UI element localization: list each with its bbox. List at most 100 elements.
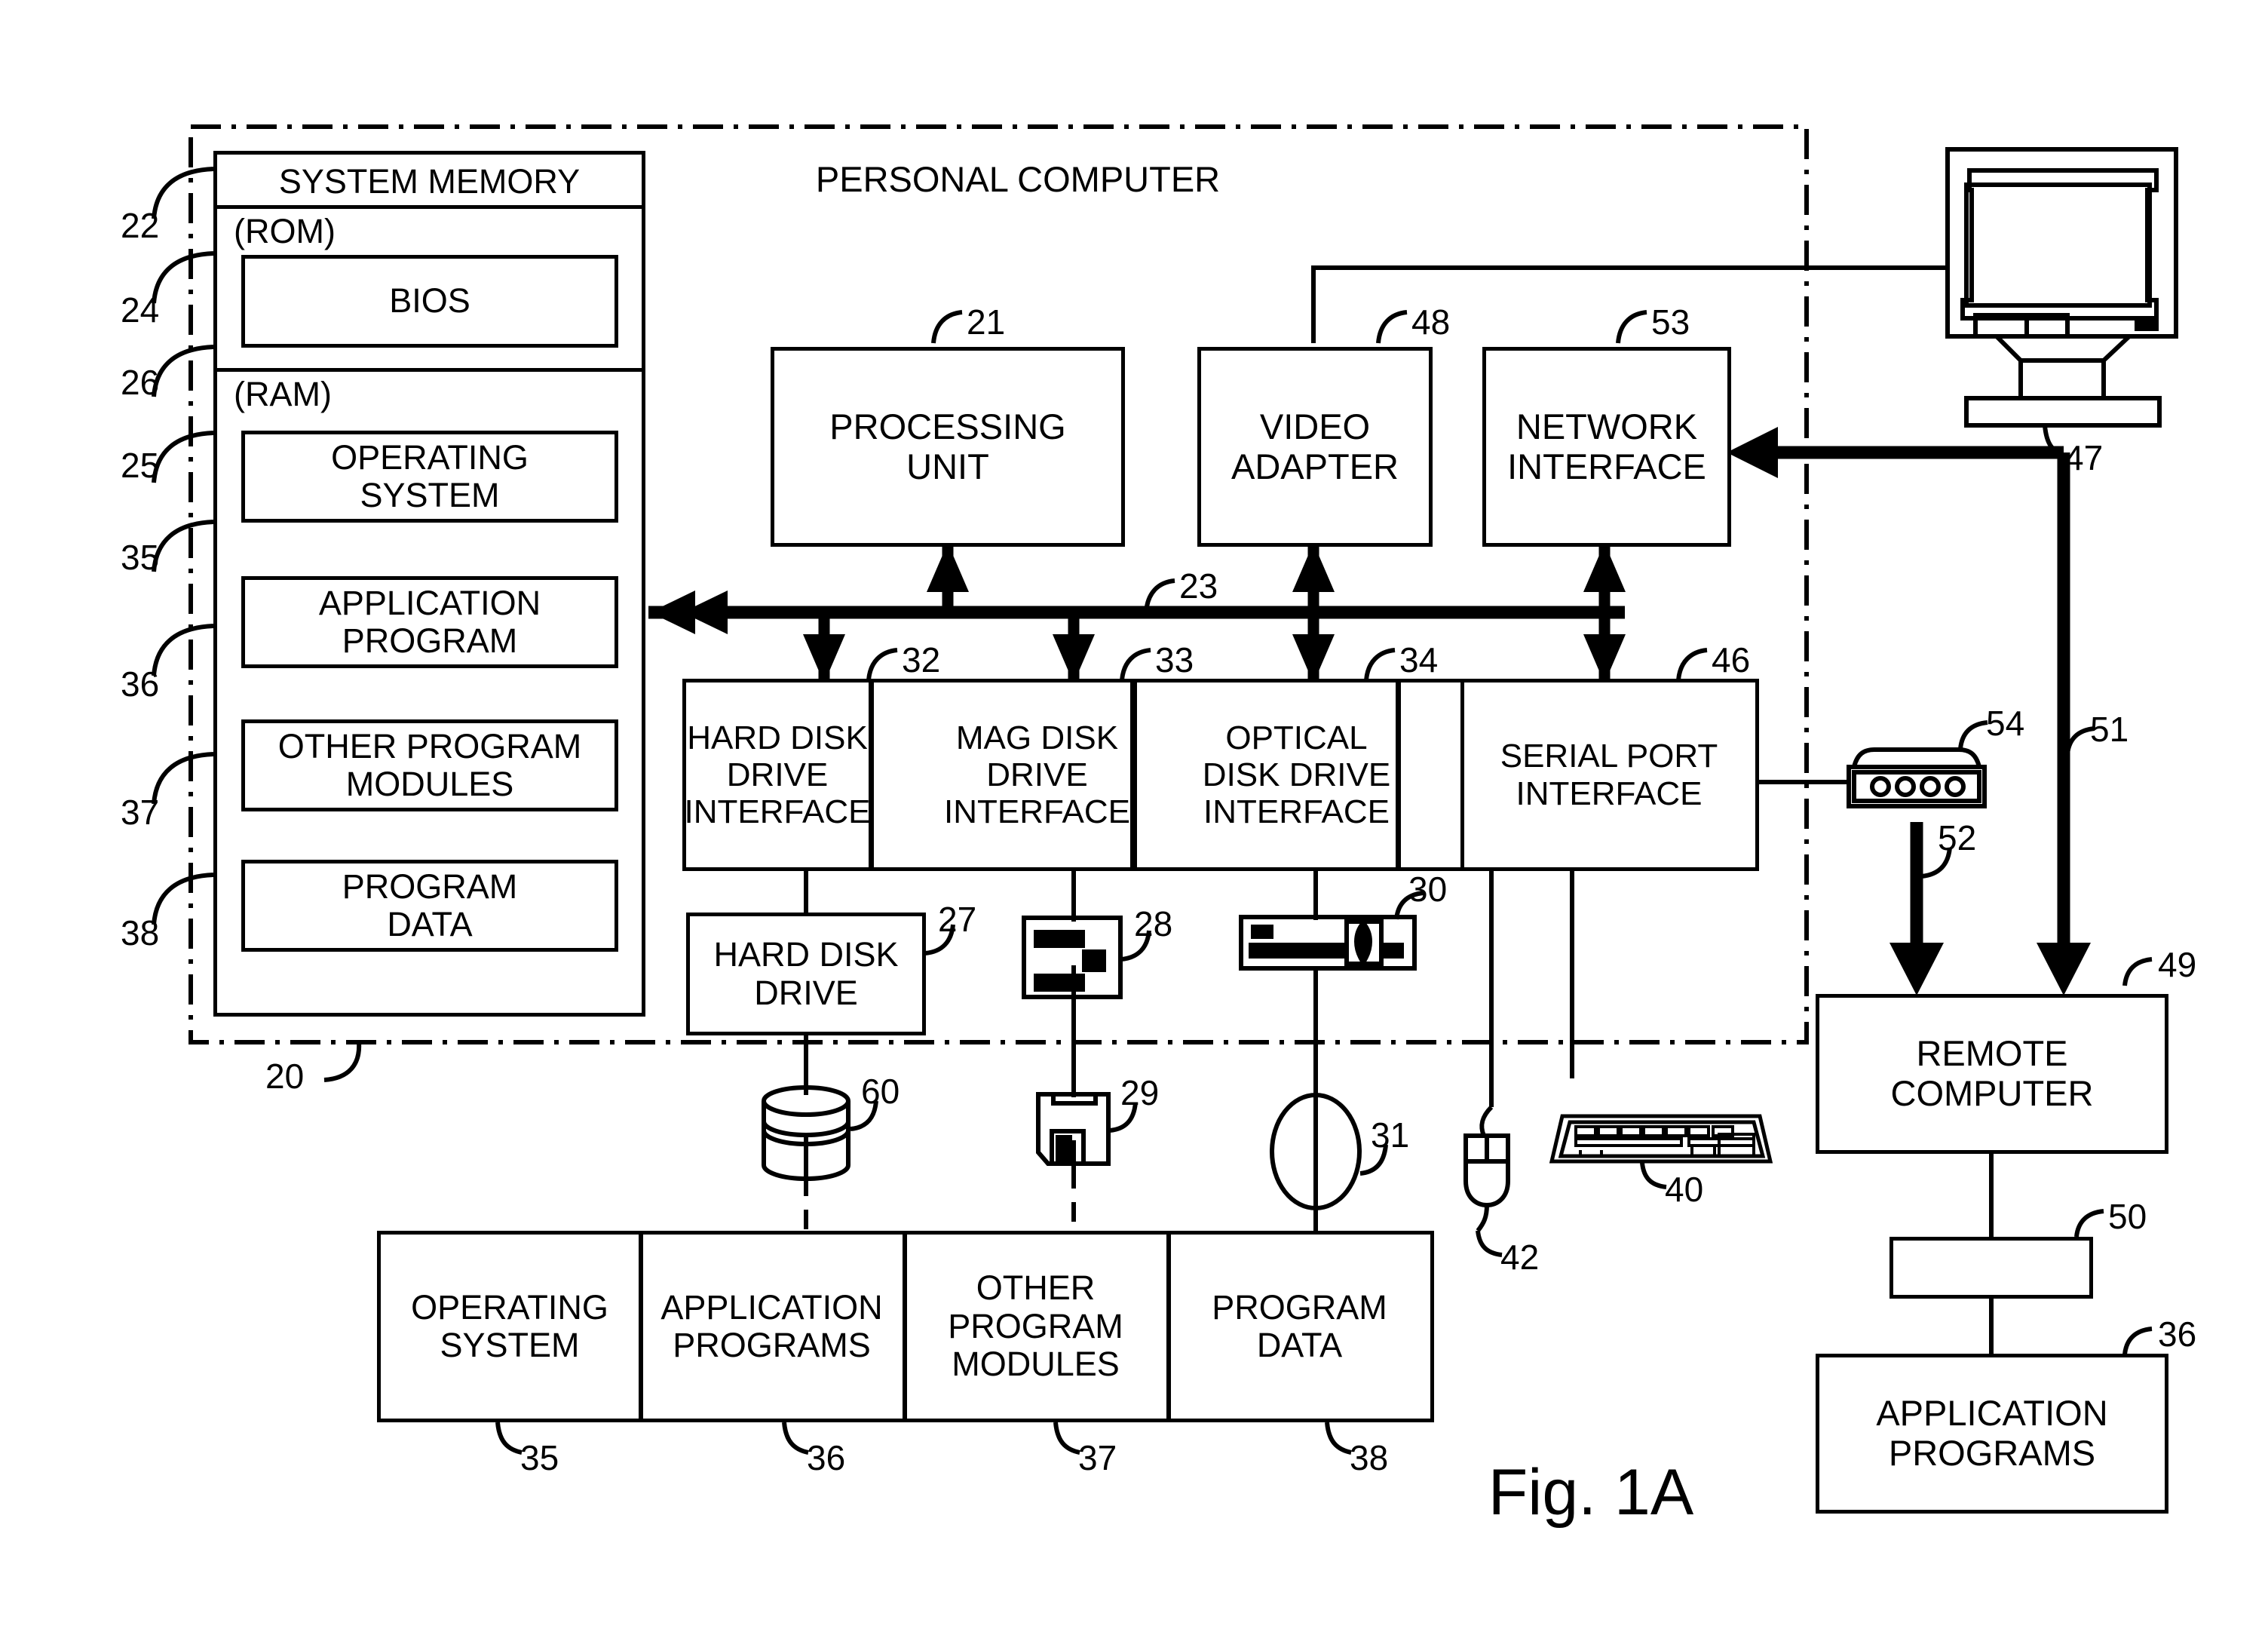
- serial-port-interface-box: SERIAL PORT INTERFACE: [1463, 679, 1759, 871]
- ref-47: 47: [2064, 438, 2104, 477]
- hard-disk-drive-box: HARD DISK DRIVE: [686, 913, 926, 1035]
- bios-box: BIOS: [241, 255, 618, 348]
- ref-49: 49: [2158, 945, 2197, 984]
- ref-30: 30: [1408, 870, 1448, 909]
- patent-figure-1a: PERSONAL COMPUTER SYSTEM MEMORY (ROM) BI…: [0, 0, 2268, 1638]
- network-interface-label: NETWORK INTERFACE: [1507, 406, 1706, 486]
- ref-33: 33: [1155, 640, 1194, 679]
- bios-label: BIOS: [389, 281, 470, 321]
- ref-31: 31: [1371, 1115, 1410, 1155]
- ref-60: 60: [861, 1072, 900, 1111]
- interface-divider: [870, 679, 874, 871]
- ref-37: 37: [121, 793, 160, 832]
- interface-divider: [1397, 679, 1401, 871]
- modem-icon: [1847, 747, 1987, 808]
- remote-memory-box: [1889, 1237, 2093, 1299]
- ref-48: 48: [1411, 302, 1451, 342]
- ref-53: 53: [1651, 302, 1690, 342]
- interface-label: OPTICAL DISK DRIVE INTERFACE: [1202, 719, 1391, 831]
- processing-unit-box: PROCESSING UNIT: [771, 347, 1125, 547]
- ref-23: 23: [1179, 566, 1218, 606]
- storage-divider: [639, 1231, 643, 1422]
- ref-38-bottom: 38: [1350, 1438, 1389, 1477]
- rom-label: (ROM): [234, 212, 336, 250]
- ref-52: 52: [1938, 818, 1977, 857]
- ref-35: 35: [121, 538, 160, 577]
- storage-divider: [1167, 1231, 1171, 1422]
- storage-content-program-data: PROGRAM DATA: [1169, 1231, 1434, 1422]
- storage-content-label: OTHER PROGRAM MODULES: [948, 1268, 1123, 1384]
- rom-ram-divider: [213, 368, 645, 372]
- hard-disk-drive-interface-box: HARD DISK DRIVE INTERFACE: [682, 679, 872, 871]
- interface-divider: [1460, 679, 1464, 871]
- interface-label: MAG DISK DRIVE INTERFACE: [944, 719, 1130, 831]
- monitor-cable: [1311, 265, 1948, 343]
- video-adapter-label: VIDEO ADAPTER: [1231, 406, 1399, 486]
- ref-21: 21: [967, 302, 1006, 342]
- optical-disk-interface-box: OPTICAL DISK DRIVE INTERFACE: [1197, 679, 1399, 871]
- storage-content-label: PROGRAM DATA: [1212, 1287, 1387, 1364]
- ref-50: 50: [2108, 1197, 2147, 1236]
- network-interface-box: NETWORK INTERFACE: [1482, 347, 1731, 547]
- storage-content-operating-system: OPERATING SYSTEM: [377, 1231, 642, 1422]
- ref-24: 24: [121, 290, 160, 330]
- storage-content-application-programs: APPLICATION PROGRAMS: [641, 1231, 906, 1422]
- optical-disk-drive-icon: [1239, 915, 1417, 971]
- bus-stub-fdd: [1053, 612, 1095, 683]
- mag-disk-drive-interface-box: MAG DISK DRIVE INTERFACE: [944, 679, 1134, 871]
- ref-26: 26: [121, 363, 160, 402]
- ref-29: 29: [1120, 1073, 1160, 1112]
- system-memory-title: SYSTEM MEMORY: [278, 162, 581, 201]
- wan-link: [1889, 822, 1944, 995]
- keyboard-icon: [1549, 1114, 1773, 1164]
- memory-item-label: APPLICATION PROGRAM: [318, 583, 541, 660]
- storage-content-label: APPLICATION PROGRAMS: [660, 1287, 883, 1364]
- video-adapter-box: VIDEO ADAPTER: [1197, 347, 1433, 547]
- ref-22: 22: [121, 206, 160, 245]
- remote-computer-label: REMOTE COMPUTER: [1890, 1033, 2094, 1113]
- memory-item-application-program: APPLICATION PROGRAM: [241, 576, 618, 668]
- ref-37-bottom: 37: [1078, 1438, 1117, 1477]
- memory-item-operating-system: OPERATING SYSTEM: [241, 431, 618, 523]
- ref-51: 51: [2090, 710, 2129, 749]
- lan-link: [1727, 427, 2091, 995]
- system-memory-title-divider: [213, 205, 645, 209]
- interface-label: SERIAL PORT INTERFACE: [1500, 738, 1718, 812]
- memory-item-label: OTHER PROGRAM MODULES: [277, 726, 582, 803]
- personal-computer-title: PERSONAL COMPUTER: [815, 159, 1221, 199]
- ref-46: 46: [1712, 640, 1751, 679]
- memory-item-label: PROGRAM DATA: [342, 867, 518, 943]
- ref-42: 42: [1500, 1238, 1540, 1277]
- storage-content-other-program-modules: OTHER PROGRAM MODULES: [905, 1231, 1170, 1422]
- memory-item-program-data: PROGRAM DATA: [241, 860, 618, 952]
- hard-disk-drive-label: HARD DISK DRIVE: [713, 935, 899, 1012]
- ref-25: 25: [121, 446, 160, 485]
- interface-row-bottom: [870, 867, 1461, 871]
- memory-item-other-program-modules: OTHER PROGRAM MODULES: [241, 719, 618, 811]
- ref-36: 36: [121, 664, 160, 704]
- ram-label: (RAM): [234, 375, 332, 413]
- interface-label: HARD DISK DRIVE INTERFACE: [684, 719, 871, 831]
- ref-35-bottom: 35: [520, 1438, 559, 1477]
- ref-36-bottom: 36: [807, 1438, 846, 1477]
- bus-stub-cpu: [927, 543, 969, 612]
- ref-40: 40: [1665, 1170, 1704, 1209]
- ref-34: 34: [1399, 640, 1439, 679]
- remote-application-programs-box: APPLICATION PROGRAMS: [1816, 1354, 2168, 1514]
- monitor-icon: [1945, 147, 2178, 428]
- memory-item-label: OPERATING SYSTEM: [331, 437, 529, 514]
- storage-divider: [903, 1231, 907, 1422]
- ref-36-remote: 36: [2158, 1314, 2197, 1354]
- ref-38: 38: [121, 913, 160, 952]
- figure-caption: Fig. 1A: [1488, 1456, 1694, 1529]
- ref-20: 20: [265, 1057, 305, 1096]
- ref-54: 54: [1986, 704, 2025, 743]
- remote-application-programs-label: APPLICATION PROGRAMS: [1876, 1393, 2108, 1473]
- interface-divider: [1133, 679, 1137, 871]
- mag-disk-drive-icon: [1022, 916, 1123, 999]
- system-bus: [648, 590, 1625, 634]
- mouse-icon: [1463, 1105, 1510, 1232]
- ref-32: 32: [902, 640, 941, 679]
- storage-content-label: OPERATING SYSTEM: [411, 1287, 608, 1364]
- processing-unit-label: PROCESSING UNIT: [829, 406, 1066, 486]
